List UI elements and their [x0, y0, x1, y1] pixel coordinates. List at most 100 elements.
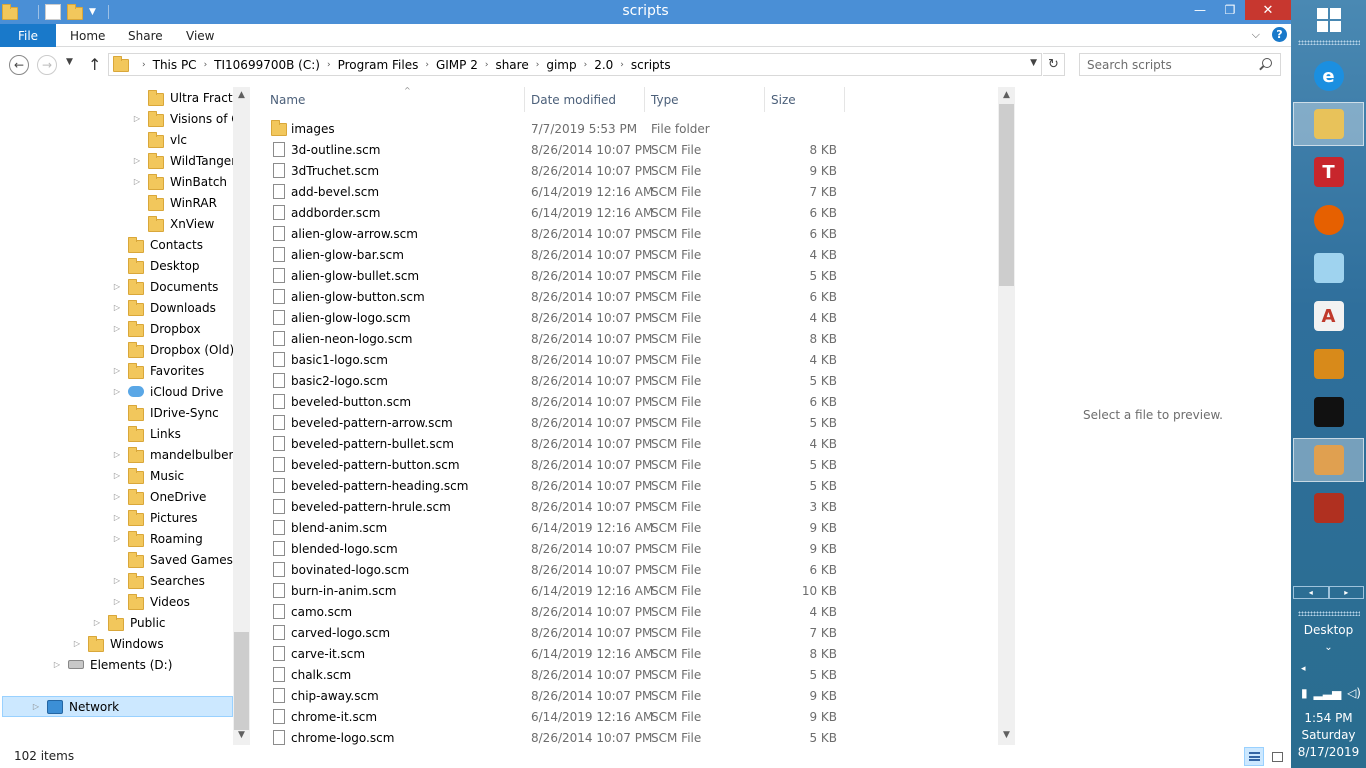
file-row[interactable]: basic1-logo.scm 8/26/2014 10:07 PM SCM Fil…	[250, 349, 998, 370]
nav-item[interactable]: ▷ Music	[112, 465, 184, 486]
expand-arrow-icon[interactable]: ▷	[112, 303, 122, 312]
scroll-down-arrow-icon[interactable]: ▼	[233, 730, 250, 740]
nav-item[interactable]: ▷ Roaming	[112, 528, 203, 549]
breadcrumb-this-pc[interactable]: This PC ›	[153, 58, 215, 72]
file-row[interactable]: alien-glow-bar.scm 8/26/2014 10:07 PM SCM …	[250, 244, 998, 265]
nav-item[interactable]: ▷ iCloud Drive	[112, 381, 224, 402]
nav-item[interactable]: Saved Games	[112, 549, 233, 570]
tab-home[interactable]: Home	[70, 29, 105, 43]
tab-file[interactable]: File	[0, 24, 56, 47]
nav-item[interactable]: ▷ Pictures	[112, 507, 198, 528]
expand-arrow-icon[interactable]: ▷	[72, 639, 82, 648]
nav-item[interactable]: ▷ Favorites	[112, 360, 204, 381]
refresh-button[interactable]: ↻	[1043, 53, 1065, 76]
breadcrumb-separator[interactable]: ›	[135, 60, 153, 70]
maximize-button[interactable]: ❐	[1215, 0, 1245, 20]
nav-item[interactable]: Links	[112, 423, 181, 444]
file-row[interactable]: alien-neon-logo.scm 8/26/2014 10:07 PM SCM…	[250, 328, 998, 349]
taskbar-app-button[interactable]	[1293, 342, 1364, 386]
nav-item[interactable]: ▷ OneDrive	[112, 486, 206, 507]
expand-arrow-icon[interactable]: ▷	[112, 450, 122, 459]
nav-item[interactable]: ▷ Network	[2, 696, 233, 717]
taskbar-scroll-left-button[interactable]: ◂	[1293, 586, 1329, 599]
file-row[interactable]: 3d-outline.scm 8/26/2014 10:07 PM SCM File…	[250, 139, 998, 160]
file-row[interactable]: beveled-pattern-button.scm 8/26/2014 10:0…	[250, 454, 998, 475]
expand-arrow-icon[interactable]: ▷	[31, 702, 41, 711]
expand-ribbon-chevron-icon[interactable]: ⌵	[1252, 28, 1260, 42]
volume-icon[interactable]: ◁)	[1347, 686, 1361, 700]
taskbar-app-button[interactable]	[1293, 438, 1364, 482]
nav-item[interactable]: vlc	[132, 129, 187, 150]
nav-item[interactable]: ▷ Downloads	[112, 297, 216, 318]
title-bar[interactable]: ▼ scripts — ❐ ✕	[0, 0, 1291, 24]
breadcrumb-drive-c[interactable]: TI10699700B (C:) ›	[214, 58, 337, 72]
breadcrumb-2-0[interactable]: 2.0 ›	[594, 58, 631, 72]
desktop-toolbar-label[interactable]: Desktop	[1291, 623, 1366, 637]
file-row[interactable]: chrome-logo.scm 8/26/2014 10:07 PM SCM Fil…	[250, 727, 998, 745]
tab-view[interactable]: View	[186, 29, 214, 43]
network-signal-icon[interactable]: ▂▃▅	[1314, 686, 1342, 700]
breadcrumb-gimp-2[interactable]: GIMP 2 ›	[436, 58, 496, 72]
nav-item[interactable]: IDrive-Sync	[112, 402, 219, 423]
file-row[interactable]: chalk.scm 8/26/2014 10:07 PM SCM File 5 KB	[250, 664, 998, 685]
taskbar-grip[interactable]	[1298, 40, 1360, 45]
up-button[interactable]: ↑	[88, 55, 101, 74]
search-icon[interactable]	[1262, 58, 1272, 68]
address-history-chevron-icon[interactable]: ▼	[1030, 58, 1037, 68]
power-icon[interactable]: ▮	[1301, 686, 1308, 700]
nav-item[interactable]: Contacts	[112, 234, 203, 255]
scrollbar-thumb[interactable]	[999, 104, 1014, 286]
show-hidden-icons-chevron-icon[interactable]: ◂	[1301, 664, 1306, 674]
nav-item[interactable]: ▷ Searches	[112, 570, 205, 591]
desktop-toolbar-chevron-icon[interactable]: ⌄	[1291, 642, 1366, 653]
recent-locations-chevron-icon[interactable]: ▼	[66, 57, 73, 67]
expand-arrow-icon[interactable]: ▷	[132, 177, 142, 186]
column-header-size[interactable]: Size	[765, 87, 845, 112]
file-row[interactable]: 3dTruchet.scm 8/26/2014 10:07 PM SCM File 9…	[250, 160, 998, 181]
file-row[interactable]: burn-in-anim.scm 6/14/2019 12:16 AM SCM Fi…	[250, 580, 998, 601]
file-row[interactable]: bovinated-logo.scm 8/26/2014 10:07 PM SCM …	[250, 559, 998, 580]
nav-item[interactable]: ▷ Windows	[72, 633, 164, 654]
nav-item[interactable]: ▷ Videos	[112, 591, 190, 612]
folder-row[interactable]: images 7/7/2019 5:53 PM File folder	[250, 118, 998, 139]
search-input[interactable]	[1087, 57, 1257, 72]
taskbar-scroll-right-button[interactable]: ▸	[1328, 586, 1364, 599]
scrollbar-thumb[interactable]	[234, 632, 249, 730]
expand-arrow-icon[interactable]: ▷	[52, 660, 62, 669]
file-row[interactable]: alien-glow-bullet.scm 8/26/2014 10:07 PM S…	[250, 265, 998, 286]
scroll-up-arrow-icon[interactable]: ▲	[233, 90, 250, 100]
taskbar-app-button[interactable]	[1293, 486, 1364, 530]
expand-arrow-icon[interactable]: ▷	[112, 471, 122, 480]
expand-arrow-icon[interactable]: ▷	[132, 156, 142, 165]
file-row[interactable]: chrome-it.scm 6/14/2019 12:16 AM SCM File 9…	[250, 706, 998, 727]
file-row[interactable]: beveled-pattern-heading.scm 8/26/2014 10:…	[250, 475, 998, 496]
forward-button[interactable]: →	[37, 55, 57, 75]
expand-arrow-icon[interactable]: ▷	[112, 513, 122, 522]
breadcrumb-program-files[interactable]: Program Files ›	[338, 58, 436, 72]
breadcrumb-share[interactable]: share ›	[495, 58, 546, 72]
taskbar-grip[interactable]	[1298, 611, 1360, 616]
taskbar-app-button[interactable]	[1293, 102, 1364, 146]
file-row[interactable]: alien-glow-arrow.scm 8/26/2014 10:07 PM SC…	[250, 223, 998, 244]
file-row[interactable]: beveled-pattern-bullet.scm 8/26/2014 10:0…	[250, 433, 998, 454]
file-row[interactable]: beveled-pattern-hrule.scm 8/26/2014 10:07…	[250, 496, 998, 517]
close-button[interactable]: ✕	[1245, 0, 1291, 20]
address-bar[interactable]: › This PC › TI10699700B (C:) › Program Fil…	[108, 53, 1042, 76]
nav-item[interactable]: XnView	[132, 213, 214, 234]
nav-item[interactable]: ▷ Documents	[112, 276, 218, 297]
nav-item[interactable]: WinRAR	[132, 192, 217, 213]
minimize-button[interactable]: —	[1185, 0, 1215, 20]
expand-arrow-icon[interactable]: ▷	[112, 534, 122, 543]
file-row[interactable]: addborder.scm 6/14/2019 12:16 AM SCM File 6…	[250, 202, 998, 223]
expand-arrow-icon[interactable]: ▷	[112, 492, 122, 501]
nav-item[interactable]: Desktop	[112, 255, 200, 276]
expand-arrow-icon[interactable]: ▷	[112, 576, 122, 585]
file-row[interactable]: basic2-logo.scm 8/26/2014 10:07 PM SCM Fil…	[250, 370, 998, 391]
large-icons-view-button[interactable]	[1267, 747, 1287, 766]
nav-item[interactable]: ▷ Dropbox	[112, 318, 201, 339]
expand-arrow-icon[interactable]: ▷	[112, 324, 122, 333]
nav-item[interactable]: ▷ Public	[92, 612, 166, 633]
help-icon[interactable]: ?	[1272, 27, 1287, 42]
taskbar-app-button[interactable]	[1293, 246, 1364, 290]
file-row[interactable]: chip-away.scm 8/26/2014 10:07 PM SCM File 9…	[250, 685, 998, 706]
